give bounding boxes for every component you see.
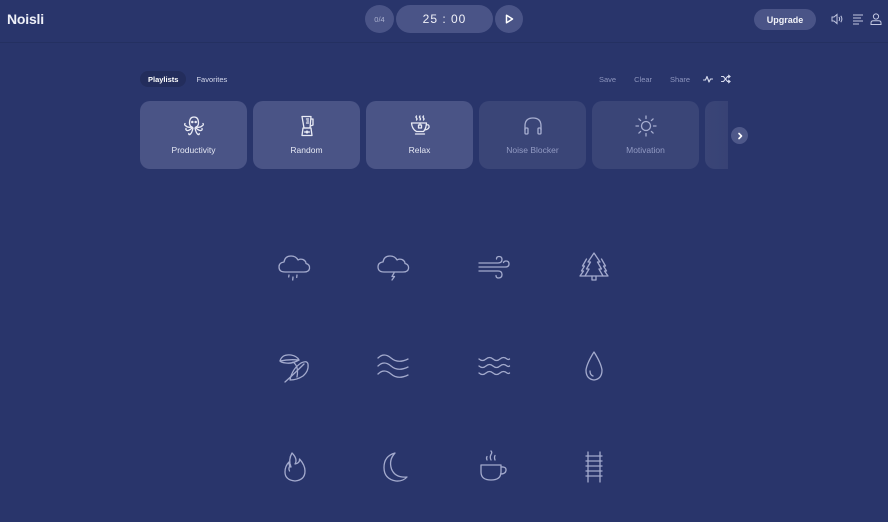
blender-icon [300, 115, 314, 137]
playlist-label: Productivity [171, 145, 216, 155]
tea-cup-icon [410, 115, 430, 135]
session-counter[interactable]: 0/4 [365, 5, 394, 33]
chevron-right-icon [737, 132, 742, 139]
upgrade-button[interactable]: Upgrade [754, 9, 816, 30]
account-button[interactable] [869, 12, 883, 26]
user-icon [870, 13, 882, 25]
sound-seaside[interactable] [474, 347, 514, 387]
rain-cloud-icon [278, 255, 311, 281]
sound-rain[interactable] [274, 247, 314, 287]
clear-button[interactable]: Clear [626, 71, 660, 87]
coffee-cup-icon [480, 450, 507, 481]
playlist-card-noise-blocker[interactable]: Noise Blocker [479, 101, 586, 169]
stream-waves-icon [377, 354, 409, 378]
menu-button[interactable] [851, 12, 865, 26]
playlist-label: Random [290, 145, 323, 155]
carousel-next-button[interactable] [731, 127, 748, 144]
playlist-carousel: Productivity Random Relax Noise Blocker … [140, 101, 728, 169]
playlist-label: Motivation [626, 145, 665, 155]
playlist-tabs: Playlists Favorites [140, 71, 235, 87]
shuffle-icon [721, 74, 731, 84]
play-icon [505, 14, 513, 24]
tab-favorites[interactable]: Favorites [188, 71, 235, 87]
playlist-label: Relax [408, 145, 431, 155]
top-bar: Noisli 0/4 25 : 00 Upgrade [0, 0, 888, 43]
volume-icon [831, 13, 843, 25]
playlist-card-motivation[interactable]: Motivation [592, 101, 699, 169]
octopus-icon [183, 116, 204, 136]
sound-train[interactable] [574, 447, 614, 487]
volume-button[interactable] [830, 12, 844, 26]
sound-forest[interactable] [574, 247, 614, 287]
menu-icon [853, 14, 863, 25]
productivity-mode-button[interactable] [700, 71, 716, 87]
playlist-card-random[interactable]: Random [253, 101, 360, 169]
timer-display[interactable]: 25 : 00 [396, 5, 493, 33]
playlist-card-relax[interactable]: Relax [366, 101, 473, 169]
playlist-card-productivity[interactable]: Productivity [140, 101, 247, 169]
headphones-icon [523, 117, 542, 135]
save-button[interactable]: Save [591, 71, 624, 87]
fire-icon [284, 452, 306, 482]
playlist-label: Noise Blocker [506, 145, 559, 155]
share-button[interactable]: Share [662, 71, 698, 87]
thunder-cloud-icon [377, 255, 410, 281]
forest-icon [579, 252, 609, 281]
sound-water[interactable] [574, 347, 614, 387]
activity-icon [703, 75, 714, 83]
app-logo[interactable]: Noisli [7, 11, 44, 27]
sound-leaves[interactable] [274, 347, 314, 387]
sound-summer-night[interactable] [373, 447, 413, 487]
sound-water-stream[interactable] [373, 347, 413, 387]
sea-waves-icon [478, 356, 511, 376]
leaves-icon [279, 354, 309, 383]
tab-playlists[interactable]: Playlists [140, 71, 187, 87]
playlist-card-partial[interactable] [705, 101, 728, 169]
water-drop-icon [585, 351, 603, 381]
shuffle-button[interactable] [718, 71, 734, 87]
train-track-icon [585, 451, 603, 483]
moon-icon [383, 452, 408, 482]
sound-fire[interactable] [274, 447, 314, 487]
play-button[interactable] [495, 5, 523, 33]
sound-wind[interactable] [474, 247, 514, 287]
sound-thunderstorm[interactable] [373, 247, 413, 287]
sound-coffee-shop[interactable] [474, 447, 514, 487]
sun-icon [634, 115, 657, 137]
mix-actions: Save Clear Share [591, 71, 734, 87]
wind-icon [478, 255, 510, 279]
